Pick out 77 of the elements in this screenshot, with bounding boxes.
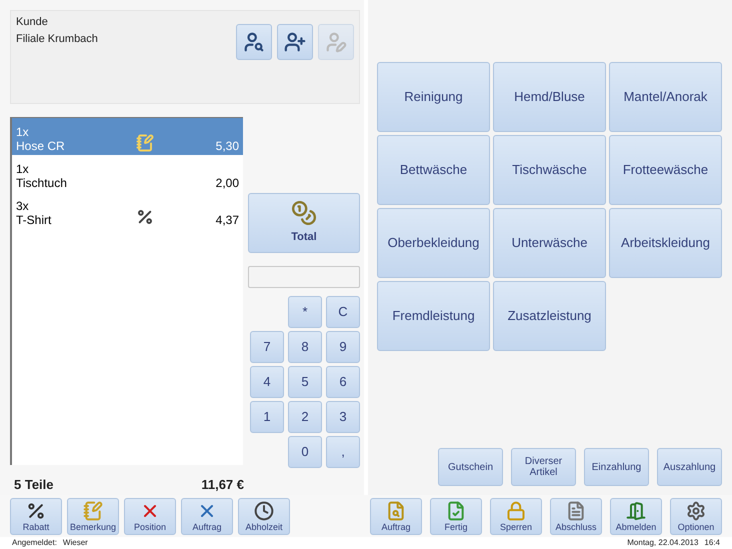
item-price: 4,37 xyxy=(216,213,239,229)
category-button[interactable]: Hemd/Bluse xyxy=(493,62,606,132)
keypad-key[interactable]: 1 xyxy=(250,401,284,433)
coins-icon xyxy=(291,200,317,226)
item-quantity: 1x xyxy=(16,125,30,139)
customer-button[interactable] xyxy=(236,24,272,60)
percent-icon xyxy=(136,208,154,226)
lock-icon xyxy=(506,500,526,520)
toolbar-button[interactable]: Optionen xyxy=(670,498,722,534)
item-name: Tischtuch xyxy=(16,176,68,190)
clock-icon xyxy=(254,500,274,520)
category-button[interactable]: Mantel/Anorak xyxy=(609,62,722,132)
toolbar-button[interactable]: Position xyxy=(124,498,176,534)
total-button[interactable]: Total xyxy=(248,193,360,253)
customer-label: Kunde xyxy=(16,15,49,30)
item-price: 2,00 xyxy=(216,176,239,192)
keypad-key[interactable]: 5 xyxy=(288,366,322,398)
person-icon xyxy=(243,31,265,53)
order-total: 11,67 € xyxy=(201,476,244,494)
toolbar-button[interactable]: Abholzeit xyxy=(238,498,290,534)
action-button[interactable]: Auszahlung xyxy=(657,448,722,486)
document-check-icon xyxy=(446,500,466,520)
action-button[interactable]: Einzahlung xyxy=(584,448,649,486)
customer-name: Filiale Krumbach xyxy=(16,32,99,46)
category-button[interactable]: Arbeitskleidung xyxy=(609,208,722,278)
action-button[interactable]: Diverser Artikel xyxy=(511,448,576,486)
person-icon xyxy=(325,31,347,53)
keypad-key[interactable]: 6 xyxy=(326,366,360,398)
toolbar-button[interactable]: Rabatt xyxy=(10,498,62,534)
search-icon xyxy=(386,500,406,520)
category-button[interactable]: Oberbekleidung xyxy=(377,208,490,278)
keypad-key[interactable]: 3 xyxy=(326,401,360,433)
category-button[interactable]: Fremdleistung xyxy=(377,281,490,351)
toolbar-button[interactable]: Abmelden xyxy=(610,498,662,534)
item-quantity: 3x xyxy=(16,199,30,213)
keypad-key[interactable]: C xyxy=(326,296,360,328)
note-icon xyxy=(83,500,103,520)
toolbar-button[interactable]: Auftrag xyxy=(181,498,233,534)
percent-icon xyxy=(26,500,46,520)
keypad-key[interactable]: 0 xyxy=(288,436,322,468)
category-button[interactable]: Unterwäsche xyxy=(493,208,606,278)
keypad-key[interactable]: 4 xyxy=(250,366,284,398)
keypad-key[interactable]: * xyxy=(288,296,322,328)
user-label: Angemeldet: xyxy=(12,537,57,549)
settings-icon xyxy=(686,500,706,520)
person-icon xyxy=(284,31,306,53)
toolbar-button[interactable]: Fertig xyxy=(430,498,482,534)
door-icon xyxy=(626,500,646,520)
keypad-key[interactable]: , xyxy=(326,436,360,468)
action-button[interactable]: Gutschein xyxy=(438,448,503,486)
date-text: Montag, 22.04.2013 xyxy=(627,537,698,549)
document-icon xyxy=(566,500,586,520)
toolbar-button[interactable]: Bemerkung xyxy=(67,498,119,534)
item-name: T-Shirt xyxy=(16,213,52,227)
item-price: 5,30 xyxy=(216,139,239,155)
category-button[interactable]: Zusatzleistung xyxy=(493,281,606,351)
category-button[interactable]: Reinigung xyxy=(377,62,490,132)
toolbar-button[interactable]: Auftrag xyxy=(370,498,422,534)
time-text: 16:4 xyxy=(704,537,720,549)
amount-field[interactable] xyxy=(248,266,360,288)
item-quantity: 1x xyxy=(16,162,30,176)
order-row[interactable]: 3x T-Shirt 4,37 xyxy=(12,192,243,229)
keypad-key[interactable]: 8 xyxy=(288,331,322,363)
keypad-key[interactable]: 9 xyxy=(326,331,360,363)
item-name: Hose CR xyxy=(16,139,66,153)
item-count: 5 Teile xyxy=(14,476,54,494)
toolbar-button[interactable]: Sperren xyxy=(490,498,542,534)
user-name: Wieser xyxy=(62,537,88,549)
category-button[interactable]: Frotteewäsche xyxy=(609,135,722,205)
keypad-key[interactable]: 7 xyxy=(250,331,284,363)
customer-button[interactable] xyxy=(277,24,313,60)
category-button[interactable]: Tischwäsche xyxy=(493,135,606,205)
note-icon xyxy=(136,134,154,152)
toolbar-button[interactable]: Abschluss xyxy=(550,498,602,534)
order-row[interactable]: 1x Tischtuch 2,00 xyxy=(12,155,243,192)
category-button[interactable]: Bettwäsche xyxy=(377,135,490,205)
keypad-key[interactable]: 2 xyxy=(288,401,322,433)
